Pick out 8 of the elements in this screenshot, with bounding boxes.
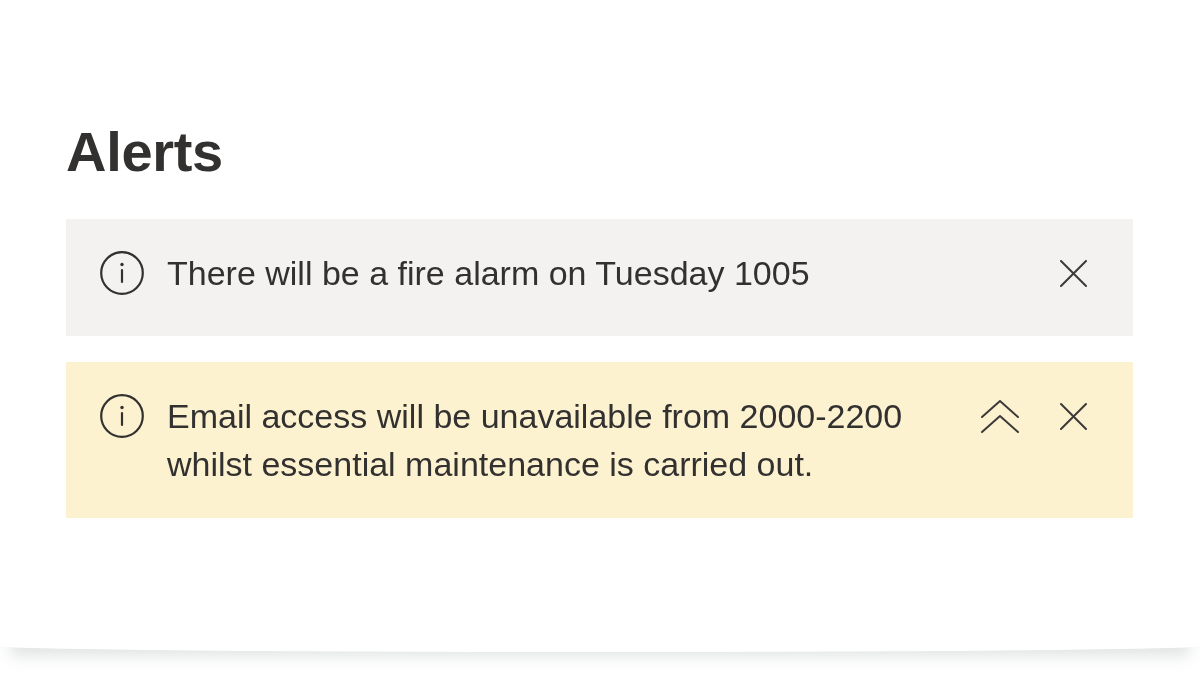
info-icon <box>100 394 144 439</box>
double-chevron-up-icon <box>981 399 1019 434</box>
page-heading: Alerts <box>66 119 224 185</box>
close-icon <box>1059 402 1087 430</box>
alert-message: Email access will be unavailable from 2000-2200 whilst essential maintenance is carried out. <box>167 396 904 486</box>
close-icon <box>1059 259 1087 287</box>
info-icon <box>100 251 144 296</box>
alert-message: There will be a fire alarm on Tuesday 1005 <box>167 253 811 295</box>
